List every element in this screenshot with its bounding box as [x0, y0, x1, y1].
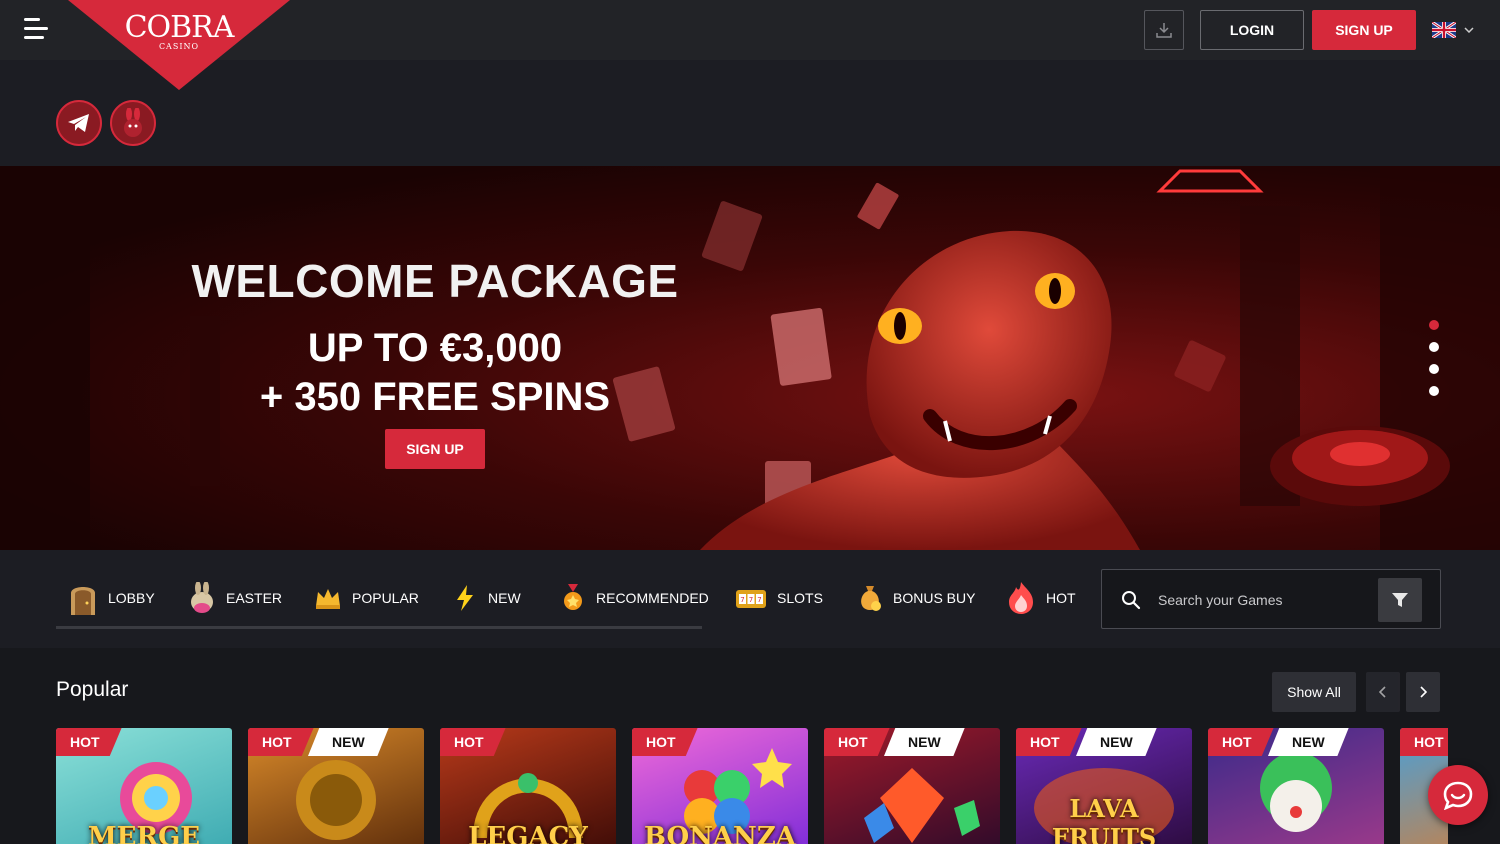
new-badge: NEW [1076, 728, 1157, 756]
category-label: BONUS BUY [893, 590, 976, 606]
section-title: Popular [56, 678, 129, 701]
download-button[interactable] [1144, 10, 1184, 50]
game-card[interactable]: HOT NEW LAVA FRUITS [1016, 728, 1192, 844]
login-button[interactable]: LOGIN [1200, 10, 1304, 50]
category-recommended[interactable]: RECOMMENDED [560, 580, 709, 616]
slot-machine-icon: 7 7 7 [736, 590, 766, 608]
game-title: LEGACY [468, 822, 588, 844]
download-icon [1156, 23, 1172, 38]
category-easter[interactable]: EASTER [188, 580, 282, 616]
logo[interactable]: COBRA CASINO [68, 0, 290, 90]
game-card[interactable]: HOT BONANZA [632, 728, 808, 844]
chevron-left-icon [1379, 686, 1386, 698]
game-card[interactable]: HOT NEW [1208, 728, 1384, 844]
slider-dot-3[interactable] [1429, 364, 1439, 374]
slider-dots [1429, 320, 1439, 400]
signup-button[interactable]: SIGN UP [1312, 10, 1416, 50]
svg-text:7: 7 [757, 596, 761, 604]
hot-badge: HOT [1400, 728, 1448, 756]
category-bonus-buy[interactable]: BONUS BUY [857, 580, 975, 616]
live-chat-button[interactable] [1428, 765, 1488, 825]
popular-section: Popular Show All HOT MERGE HOT NEW HOT L… [0, 648, 1500, 844]
door-icon [71, 587, 95, 615]
hero-offer-line: UP TO €3,000 [307, 326, 563, 370]
chevron-down-icon [1464, 27, 1474, 33]
category-label: EASTER [226, 590, 283, 606]
game-title: MERGE [87, 822, 201, 844]
fire-icon [1009, 582, 1033, 614]
game-title: BONANZA [644, 822, 796, 844]
category-bar: LOBBY EASTER POPULAR NEW RECOMMENDED 7 7… [0, 550, 1500, 648]
rabbit-icon [124, 108, 142, 137]
category-lobby[interactable]: LOBBY [68, 580, 155, 616]
language-selector[interactable] [1432, 20, 1478, 40]
lightning-icon [457, 585, 473, 611]
svg-text:7: 7 [749, 596, 753, 604]
slider-dot-1[interactable] [1429, 320, 1439, 330]
category-label: POPULAR [352, 590, 419, 606]
prev-button[interactable] [1366, 672, 1400, 712]
new-badge: NEW [1268, 728, 1349, 756]
hero-signup-button[interactable]: SIGN UP [385, 429, 485, 469]
rabbit-button[interactable] [110, 100, 156, 146]
game-card[interactable]: HOT NEW [824, 728, 1000, 844]
category-slots[interactable]: 7 7 7 SLOTS [735, 580, 823, 616]
money-bag-icon [861, 586, 881, 611]
chat-icon [1443, 781, 1473, 810]
next-button[interactable] [1406, 672, 1440, 712]
category-label: LOBBY [108, 590, 155, 606]
category-hot[interactable]: HOT [1006, 580, 1076, 616]
filter-icon [1392, 593, 1408, 607]
hero-banner[interactable]: WELCOME PACKAGE UP TO €3,000 + 350 FREE … [0, 166, 1500, 550]
search-icon [1122, 591, 1141, 610]
new-badge: NEW [884, 728, 965, 756]
new-badge: NEW [308, 728, 389, 756]
telegram-icon [68, 114, 89, 132]
easter-bunny-icon [191, 582, 213, 613]
category-new[interactable]: NEW [452, 580, 521, 616]
top-bar: COBRA CASINO LOGIN SIGN UP [0, 0, 1500, 90]
menu-icon[interactable] [24, 18, 48, 40]
game-card[interactable]: HOT NEW [248, 728, 424, 844]
game-card[interactable]: HOT MERGE [56, 728, 232, 844]
crown-icon [316, 589, 340, 609]
category-popular[interactable]: POPULAR [314, 580, 419, 616]
game-title: LAVA FRUITS [1051, 794, 1157, 844]
hero-title: WELCOME PACKAGE [191, 255, 679, 307]
medal-icon [564, 584, 582, 610]
game-cards: HOT MERGE HOT NEW HOT LEGACY HOT BONANZA… [56, 728, 1448, 844]
slider-dot-2[interactable] [1429, 342, 1439, 352]
game-card[interactable]: HOT LEGACY [440, 728, 616, 844]
telegram-button[interactable] [56, 100, 102, 146]
gb-flag-icon [1432, 22, 1456, 38]
search-input[interactable] [1158, 588, 1378, 612]
chevron-right-icon [1420, 686, 1427, 698]
category-label: NEW [488, 590, 521, 606]
filter-button[interactable] [1378, 578, 1422, 622]
hero-spins-line: + 350 FREE SPINS [259, 375, 611, 419]
game-search [1101, 569, 1441, 629]
category-underline [56, 626, 702, 629]
slider-dot-4[interactable] [1429, 386, 1439, 396]
logo-subtext: CASINO [158, 42, 200, 51]
category-label: RECOMMENDED [596, 590, 709, 606]
svg-text:7: 7 [740, 596, 744, 604]
show-all-button[interactable]: Show All [1272, 672, 1356, 712]
category-label: HOT [1046, 590, 1076, 606]
logo-text: COBRA [124, 10, 235, 45]
category-label: SLOTS [777, 590, 823, 606]
